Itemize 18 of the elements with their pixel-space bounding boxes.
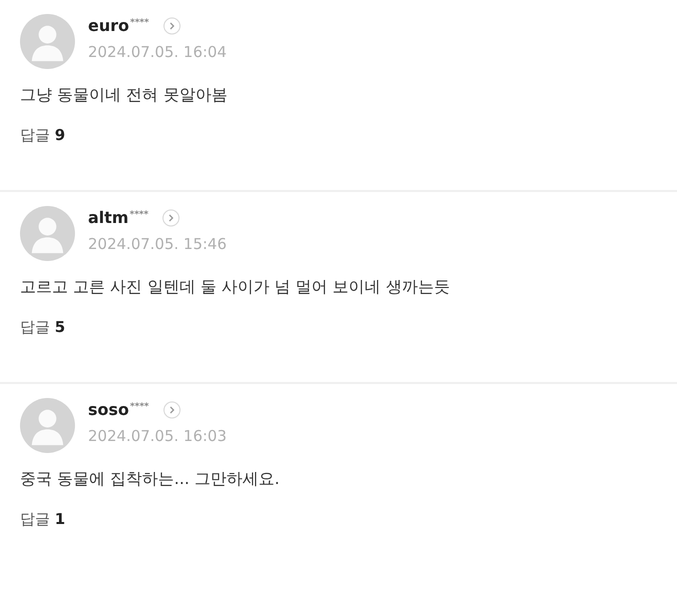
username[interactable]: euro$^{****}$ <box>88 16 149 35</box>
reply-link[interactable]: 답글 9 <box>20 126 66 145</box>
chevron-icon[interactable] <box>162 16 181 34</box>
comment-text: 그냥 동물이네 전혀 못알아봄 <box>20 85 228 106</box>
avatar-icon <box>20 14 75 69</box>
comment-date: 2024.07.05. 16:03 <box>88 427 227 445</box>
avatar-icon <box>20 398 75 453</box>
username[interactable]: soso$^{****}$ <box>88 400 149 419</box>
comment-text: 중국 동물에 집착하는... 그만하세요. <box>20 469 281 490</box>
comment-text: 고르고 고른 사진 일텐데 둘 사이가 넘 멀어 보이네 생까는듯 <box>20 277 451 298</box>
chevron-icon[interactable] <box>162 400 181 418</box>
avatar-icon <box>20 206 75 261</box>
reply-link[interactable]: 답글 5 <box>20 318 66 337</box>
chevron-icon[interactable] <box>162 208 180 226</box>
username[interactable]: altm$^{****}$ <box>88 208 148 227</box>
comment-date: 2024.07.05. 16:04 <box>88 43 227 61</box>
reply-link[interactable]: 답글 1 <box>20 510 66 529</box>
comment-date: 2024.07.05. 15:46 <box>88 235 227 253</box>
